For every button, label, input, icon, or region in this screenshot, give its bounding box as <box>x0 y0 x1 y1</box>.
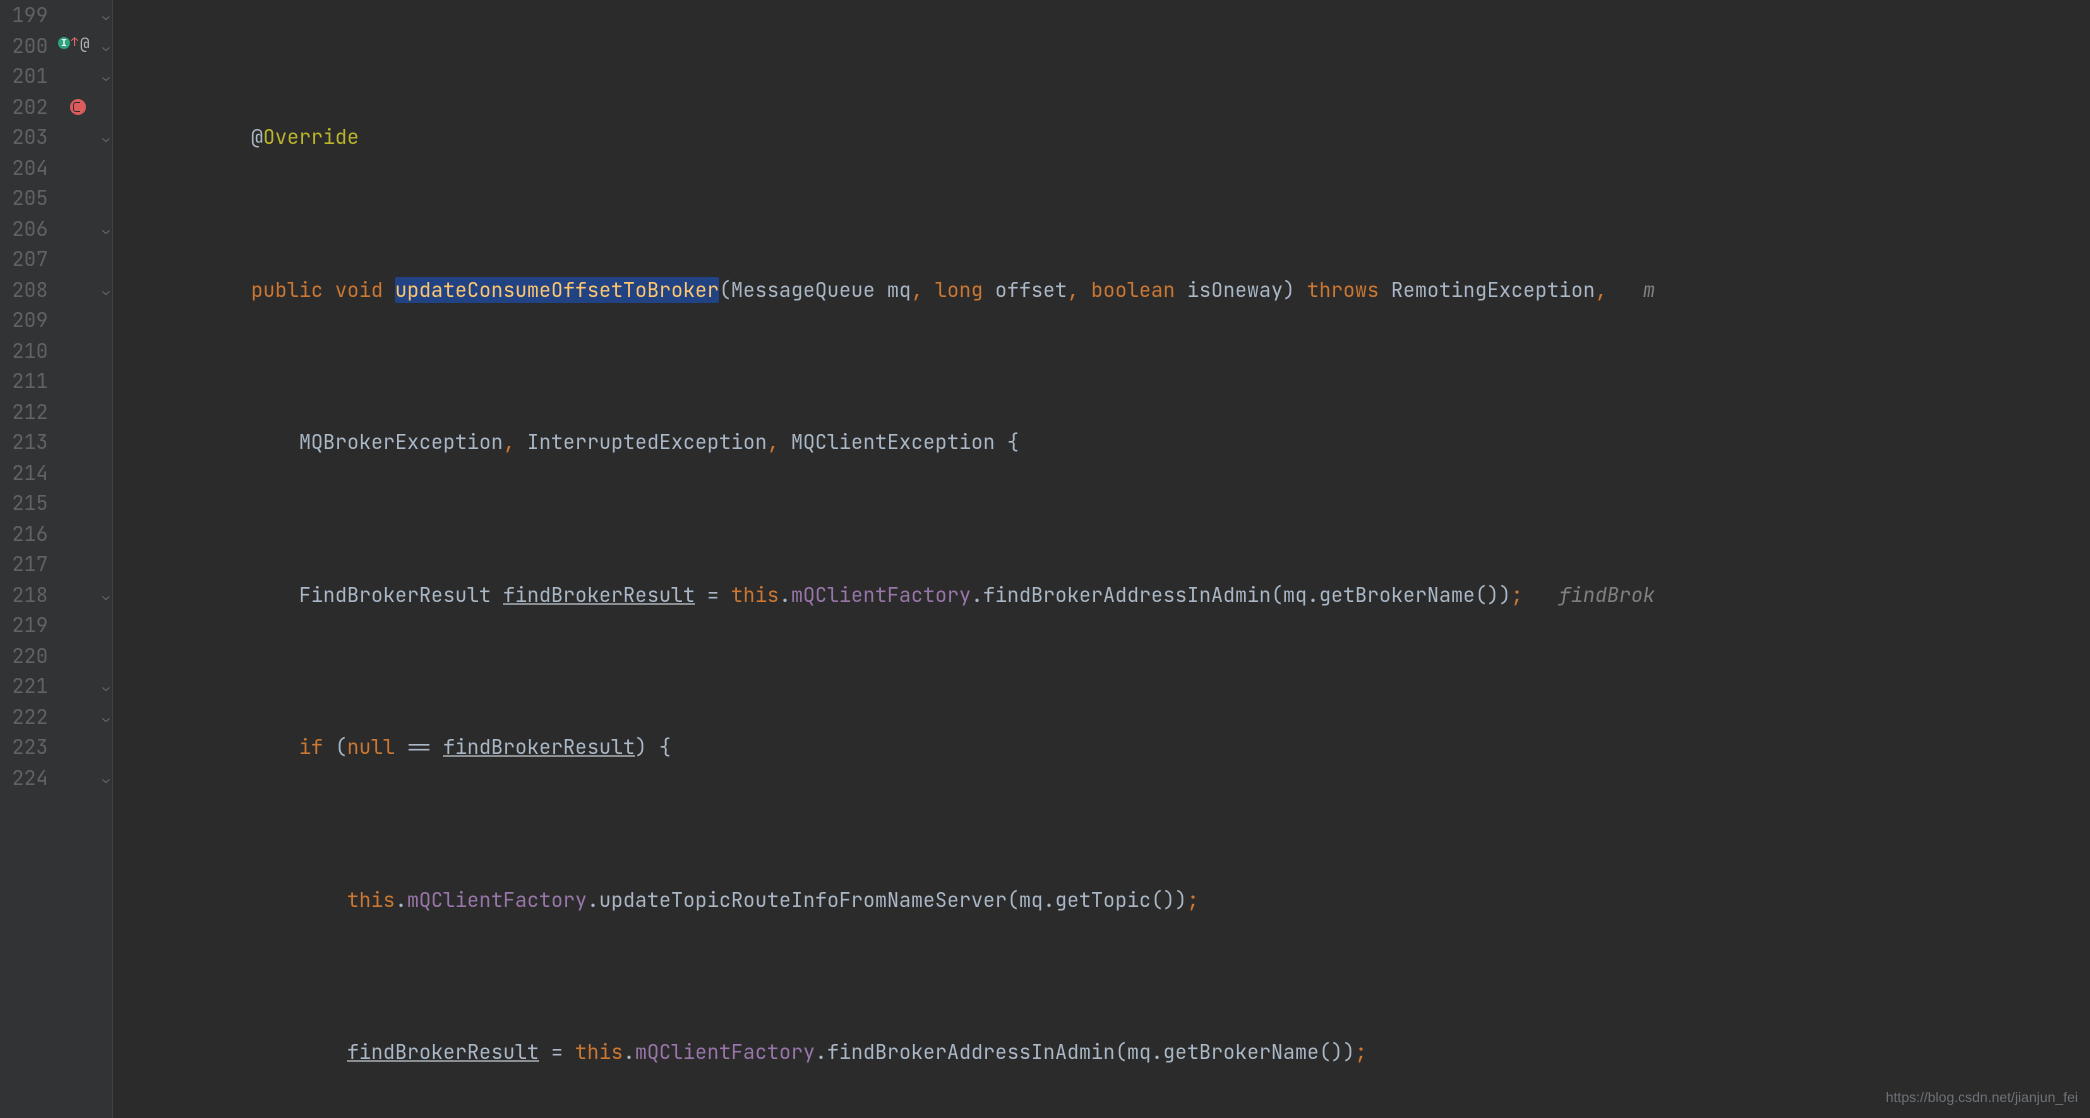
code-line[interactable]: if (null == findBrokerResult) { <box>155 732 2090 763</box>
line-number[interactable]: 214 <box>0 458 48 489</box>
at-icon: @ <box>80 36 90 52</box>
line-number[interactable]: 203 <box>0 122 48 153</box>
line-number[interactable]: 204 <box>0 153 48 184</box>
line-number[interactable]: 199 <box>0 0 48 31</box>
method-declaration: updateConsumeOffsetToBroker <box>395 277 719 303</box>
inlay-hint: findBrok <box>1559 582 1655 608</box>
code-line[interactable]: public void updateConsumeOffsetToBroker(… <box>155 275 2090 306</box>
line-number[interactable]: 210 <box>0 336 48 367</box>
line-number[interactable]: 216 <box>0 519 48 550</box>
annotation: Override <box>263 124 359 150</box>
line-number[interactable]: 223 <box>0 732 48 763</box>
line-number[interactable]: 211 <box>0 366 48 397</box>
override-icon[interactable]: I <box>58 37 70 49</box>
code-area[interactable]: @Override public void updateConsumeOffse… <box>113 0 2090 1118</box>
fold-toggle-icon[interactable]: ⌄ <box>100 773 112 785</box>
code-line[interactable]: MQBrokerException, InterruptedException,… <box>155 427 2090 458</box>
fold-toggle-icon[interactable]: ⌄ <box>100 681 112 693</box>
fold-column: ⌄ ⌄ ⌄ ⌄ ⌄ ⌄ ⌄ ⌄ ⌄ ⌄ <box>98 0 113 1118</box>
line-number[interactable]: 200 <box>0 31 48 62</box>
gutter-icons: I ↑ @ <box>56 0 98 1118</box>
line-number[interactable]: 212 <box>0 397 48 428</box>
up-arrow-icon: ↑ <box>71 36 78 48</box>
line-number[interactable]: 207 <box>0 244 48 275</box>
line-numbers: 1992002012022032042052062072082092102112… <box>0 0 56 1118</box>
line-number[interactable]: 213 <box>0 427 48 458</box>
line-number[interactable]: 220 <box>0 641 48 672</box>
code-line-breakpoint[interactable]: FindBrokerResult findBrokerResult = this… <box>155 580 2090 611</box>
fold-toggle-icon[interactable]: ⌄ <box>100 41 112 53</box>
fold-toggle-icon[interactable]: ⌄ <box>100 10 112 22</box>
line-number[interactable]: 201 <box>0 61 48 92</box>
fold-toggle-icon[interactable]: ⌄ <box>100 712 112 724</box>
line-number[interactable]: 222 <box>0 702 48 733</box>
line-number[interactable]: 218 <box>0 580 48 611</box>
line-number[interactable]: 209 <box>0 305 48 336</box>
watermark: https://blog.csdn.net/jianjun_fei <box>1886 1082 2078 1113</box>
code-line[interactable]: @Override <box>155 122 2090 153</box>
fold-toggle-icon[interactable]: ⌄ <box>100 590 112 602</box>
gutter: 1992002012022032042052062072082092102112… <box>0 0 113 1118</box>
line-number[interactable]: 208 <box>0 275 48 306</box>
line-number[interactable]: 217 <box>0 549 48 580</box>
breakpoint-icon[interactable] <box>70 99 86 115</box>
line-number[interactable]: 215 <box>0 488 48 519</box>
fold-toggle-icon[interactable]: ⌄ <box>100 285 112 297</box>
fold-toggle-icon[interactable]: ⌄ <box>100 71 112 83</box>
code-line[interactable]: this.mQClientFactory.updateTopicRouteInf… <box>155 885 2090 916</box>
line-number[interactable]: 205 <box>0 183 48 214</box>
fold-toggle-icon[interactable]: ⌄ <box>100 224 112 236</box>
line-number[interactable]: 206 <box>0 214 48 245</box>
code-line[interactable]: findBrokerResult = this.mQClientFactory.… <box>155 1037 2090 1068</box>
line-number[interactable]: 224 <box>0 763 48 794</box>
line-number[interactable]: 202 <box>0 92 48 123</box>
line-number[interactable]: 219 <box>0 610 48 641</box>
fold-toggle-icon[interactable]: ⌄ <box>100 132 112 144</box>
line-number[interactable]: 221 <box>0 671 48 702</box>
